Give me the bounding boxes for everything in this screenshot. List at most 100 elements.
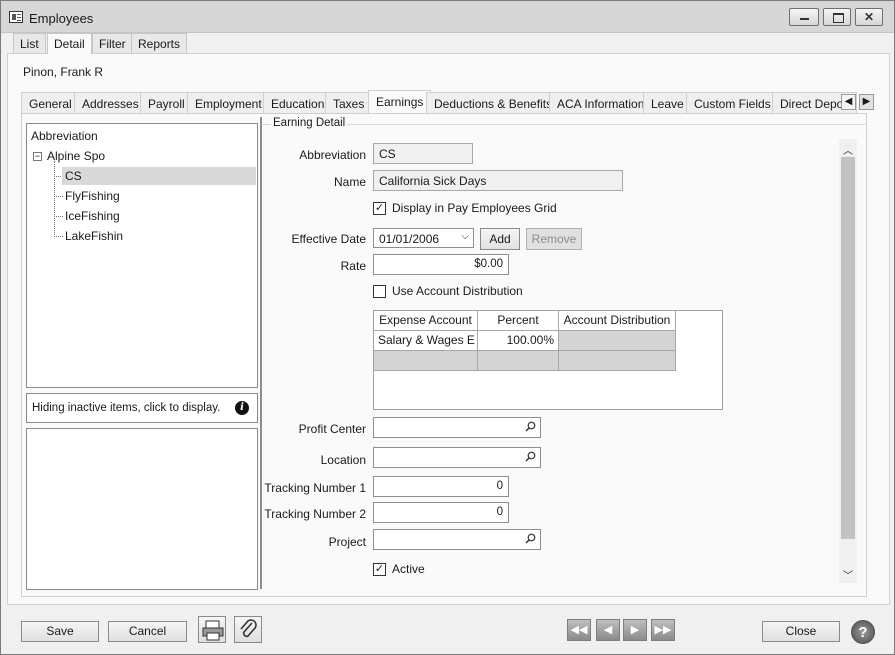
abbreviation-label: Abbreviation <box>299 148 366 162</box>
subtab-taxes[interactable]: Taxes <box>325 92 373 113</box>
effective-date-label: Effective Date <box>291 232 366 246</box>
subtab-payroll[interactable]: Payroll <box>140 92 193 113</box>
subtab-employment[interactable]: Employment <box>187 92 270 113</box>
tracking-number-1-label: Tracking Number 1 <box>264 481 366 495</box>
tab-detail[interactable]: Detail <box>47 33 92 54</box>
display-grid-checkbox[interactable]: ✓ <box>373 202 386 215</box>
project-field[interactable] <box>373 529 541 550</box>
search-icon[interactable] <box>525 533 536 544</box>
subtab-general[interactable]: General <box>21 92 80 113</box>
last-record-icon[interactable]: ▶▶ <box>651 619 675 641</box>
effective-date-dropdown[interactable]: 01/01/2006 ⌵ <box>373 228 474 248</box>
grid-new-row-cell[interactable] <box>478 351 559 371</box>
search-icon[interactable] <box>525 451 536 462</box>
print-button[interactable] <box>198 616 226 643</box>
scrollbar-thumb[interactable] <box>841 157 855 539</box>
tree-root-alpine-spo[interactable]: Alpine Spo <box>47 147 105 165</box>
tree-connector <box>54 161 55 237</box>
employee-name: Pinon, Frank R <box>23 65 104 79</box>
notes-box <box>26 428 258 590</box>
tree-header: Abbreviation <box>31 129 98 143</box>
next-record-icon[interactable]: ▶ <box>623 619 647 641</box>
cancel-button[interactable]: Cancel <box>108 621 187 642</box>
paperclip-icon <box>240 619 257 638</box>
search-icon[interactable] <box>525 421 536 432</box>
minimize-button[interactable] <box>789 8 819 26</box>
expense-account-grid: Expense Account Percent Account Distribu… <box>373 310 723 410</box>
tracking-number-2-field[interactable]: 0 <box>373 502 509 523</box>
grid-header-percent[interactable]: Percent <box>478 311 559 331</box>
subtab-addresses[interactable]: Addresses <box>74 92 147 113</box>
tracking-number-2-label: Tracking Number 2 <box>264 507 366 521</box>
tree-connector <box>54 196 63 197</box>
detail-subtabs: General Addresses Payroll Employment Edu… <box>21 90 876 113</box>
active-label[interactable]: Active <box>392 562 425 576</box>
app-icon <box>9 11 23 23</box>
remove-date-button[interactable]: Remove <box>526 228 582 250</box>
name-field: California Sick Days <box>373 170 623 191</box>
grid-header-expense-account[interactable]: Expense Account <box>374 311 478 331</box>
subtab-leave[interactable]: Leave <box>643 92 692 113</box>
subtab-deductions-benefits[interactable]: Deductions & Benefits <box>426 92 561 113</box>
attach-button[interactable] <box>234 616 262 643</box>
tree-item-icefishing[interactable]: IceFishing <box>65 207 120 225</box>
tab-scroll-left-icon[interactable]: ◀ <box>841 94 856 110</box>
location-label: Location <box>320 453 366 467</box>
grid-header-account-distribution[interactable]: Account Distribution <box>559 311 676 331</box>
maximize-button[interactable] <box>823 8 851 26</box>
info-icon[interactable]: i <box>235 401 249 415</box>
profit-center-field[interactable] <box>373 417 541 438</box>
subtab-education[interactable]: Education <box>263 92 333 113</box>
earnings-tree: Abbreviation − Alpine Spo <box>26 123 258 388</box>
use-account-distribution-label[interactable]: Use Account Distribution <box>392 284 523 298</box>
tree-connector <box>54 236 63 237</box>
previous-record-icon[interactable]: ◀ <box>596 619 620 641</box>
tab-filter[interactable]: Filter <box>92 33 133 53</box>
active-checkbox[interactable]: ✓ <box>373 563 386 576</box>
earning-detail-title: Earning Detail <box>271 117 348 129</box>
grid-cell-account-distribution[interactable] <box>559 331 676 351</box>
save-button[interactable]: Save <box>21 621 99 642</box>
inactive-items-hint[interactable]: Hiding inactive items, click to display.… <box>26 393 258 423</box>
collapse-icon[interactable]: − <box>33 152 42 161</box>
tree-item-lakefishin[interactable]: LakeFishin <box>65 227 123 245</box>
display-grid-label[interactable]: Display in Pay Employees Grid <box>392 201 557 215</box>
abbreviation-field: CS <box>373 143 473 164</box>
grid-new-row-cell[interactable] <box>374 351 478 371</box>
hint-text: Hiding inactive items, click to display. <box>32 402 221 414</box>
close-window-button[interactable] <box>855 8 883 26</box>
rate-field[interactable]: $0.00 <box>373 254 509 275</box>
title-bar: Employees <box>1 1 894 33</box>
use-account-distribution-checkbox[interactable] <box>373 285 386 298</box>
printer-icon <box>202 620 224 641</box>
tab-list[interactable]: List <box>13 33 46 53</box>
employees-window: Employees List Detail Filter Reports Pin… <box>0 0 895 655</box>
group-divider <box>263 124 867 125</box>
name-label: Name <box>333 175 366 189</box>
subtab-earnings[interactable]: Earnings <box>368 90 432 113</box>
grid-cell-expense-account[interactable]: Salary & Wages E <box>374 331 478 351</box>
project-label: Project <box>328 535 366 549</box>
tree-item-flyfishing[interactable]: FlyFishing <box>65 187 120 205</box>
grid-new-row-cell[interactable] <box>559 351 676 371</box>
chevron-down-icon[interactable]: ⌵ <box>461 231 469 242</box>
detail-scrollbar[interactable]: ︿ ﹀ <box>839 139 857 583</box>
grid-cell-percent[interactable]: 100.00% <box>478 331 559 351</box>
window-title: Employees <box>29 11 94 26</box>
tracking-number-1-field[interactable]: 0 <box>373 476 509 497</box>
profit-center-label: Profit Center <box>298 422 366 436</box>
rate-label: Rate <box>340 259 366 273</box>
first-record-icon[interactable]: ◀◀ <box>567 619 591 641</box>
subtab-custom-fields[interactable]: Custom Fields <box>686 92 779 113</box>
location-field[interactable] <box>373 447 541 468</box>
help-icon[interactable]: ? <box>851 620 875 644</box>
add-date-button[interactable]: Add <box>480 228 520 250</box>
scroll-up-icon[interactable]: ︿ <box>842 142 854 157</box>
effective-date-value: 01/01/2006 <box>379 232 440 246</box>
close-button[interactable]: Close <box>762 621 840 642</box>
tab-scroll-right-icon[interactable]: ▶ <box>859 94 874 110</box>
tree-connector <box>54 216 63 217</box>
tab-reports[interactable]: Reports <box>131 33 188 53</box>
subtab-aca-information[interactable]: ACA Information <box>549 92 653 113</box>
scroll-down-icon[interactable]: ﹀ <box>842 567 854 582</box>
